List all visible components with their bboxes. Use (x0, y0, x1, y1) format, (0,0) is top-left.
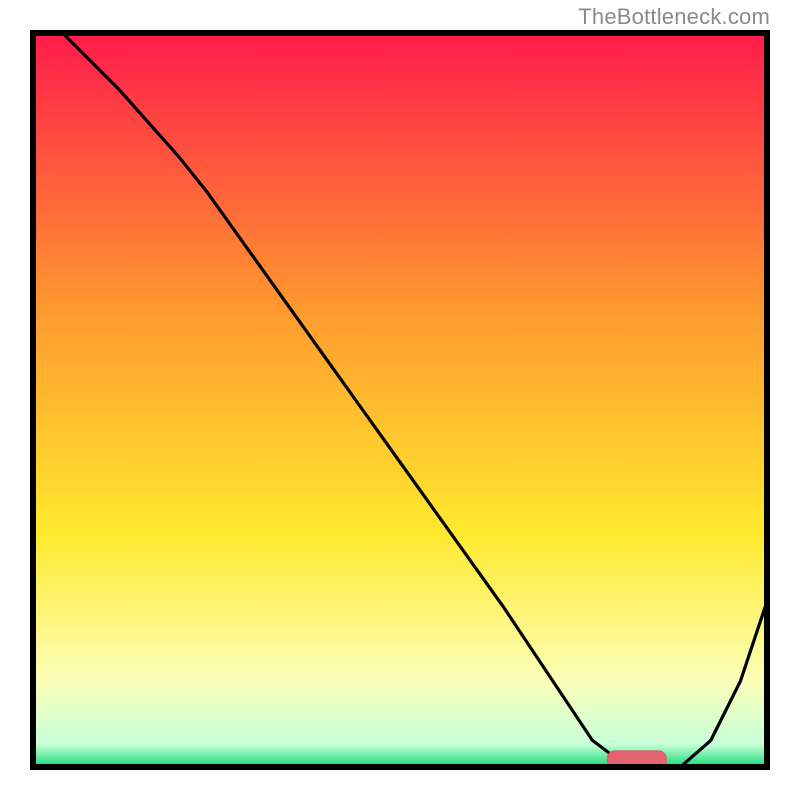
bottleneck-curve (60, 30, 770, 766)
attribution-label: TheBottleneck.com (578, 4, 770, 30)
optimal-marker (607, 751, 666, 768)
chart-container: TheBottleneck.com (0, 0, 800, 800)
plot-area (30, 30, 770, 770)
plot-svg (30, 30, 770, 770)
